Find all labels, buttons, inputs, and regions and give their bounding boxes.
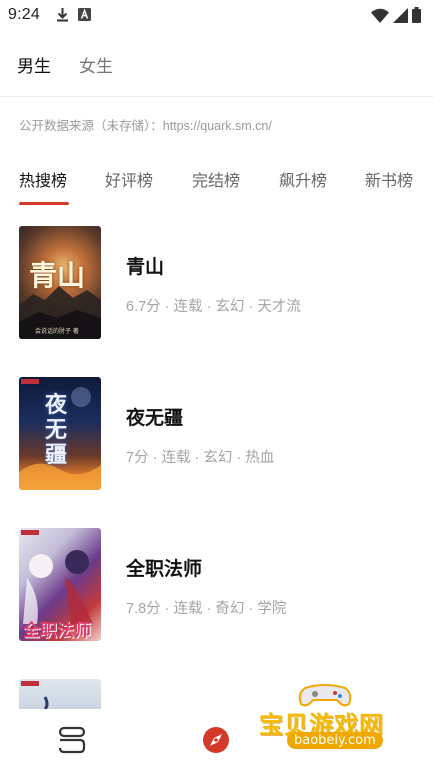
book-cover <box>19 679 101 709</box>
book-title: 青山 <box>126 257 165 278</box>
cover-title-text: 全职法师 <box>23 621 91 641</box>
active-tab-indicator <box>19 202 69 205</box>
watermark: 宝贝游戏网 baobeiy.com <box>255 682 405 762</box>
book-title: 夜无疆 <box>126 408 184 429</box>
watermark-url: baobeiy.com <box>287 732 383 749</box>
cover-title-text: 青山 <box>29 259 86 292</box>
status-time: 9:24 <box>8 6 40 23</box>
tab-completed[interactable]: 完结榜 <box>192 167 240 191</box>
book-item-quanzhifashi[interactable]: 全职法师 全职法师 7.8分 · 连载 · 奇幻 · 学院 <box>0 528 433 642</box>
book-title: 全职法师 <box>126 559 203 580</box>
tab-male[interactable]: 男生 <box>17 52 51 77</box>
tab-hot-search[interactable]: 热搜榜 <box>19 167 67 191</box>
rank-tabs: 热搜榜 好评榜 完结榜 飙升榜 新书榜 <box>0 160 433 205</box>
source-note: 公开数据来源（未存储）：https://quark.sm.cn/ <box>19 119 272 133</box>
battery-icon <box>412 7 421 28</box>
book-item-qingshan[interactable]: 青山 会说话的肘子 著 青山 6.7分 · 连载 · 玄幻 · 天才流 <box>0 226 433 340</box>
cover-author-text: 会说话的肘子 著 <box>35 328 79 335</box>
book-item-yewujiang[interactable]: 夜无疆 夜无疆 7分 · 连载 · 玄幻 · 热血 <box>0 377 433 491</box>
gender-tabs: 男生 女生 <box>0 40 433 88</box>
tab-top-rated[interactable]: 好评榜 <box>105 167 153 191</box>
download-icon <box>56 7 69 27</box>
discover-icon[interactable] <box>203 727 229 753</box>
book-meta: 7分 · 连载 · 玄幻 · 热血 <box>126 450 275 466</box>
wifi-icon <box>371 8 389 28</box>
tab-new-books[interactable]: 新书榜 <box>365 167 413 191</box>
tab-female[interactable]: 女生 <box>79 52 113 77</box>
cover-title-text: 夜无疆 <box>45 392 68 468</box>
book-cover: 全职法师 <box>19 528 101 641</box>
book-cover: 夜无疆 <box>19 377 101 490</box>
cellular-signal-icon <box>393 7 408 28</box>
bookshelf-icon[interactable] <box>56 726 88 754</box>
tab-rising[interactable]: 飙升榜 <box>279 167 327 191</box>
book-meta: 6.7分 · 连载 · 玄幻 · 天才流 <box>126 299 301 315</box>
header-divider <box>0 96 433 97</box>
status-bar: 9:24 <box>0 0 433 30</box>
book-cover: 青山 会说话的肘子 著 <box>19 226 101 339</box>
notification-a-icon <box>78 8 91 26</box>
book-meta: 7.8分 · 连载 · 奇幻 · 学院 <box>126 601 287 617</box>
book-list: 青山 会说话的肘子 著 青山 6.7分 · 连载 · 玄幻 · 天才流 夜无疆 … <box>0 226 433 709</box>
